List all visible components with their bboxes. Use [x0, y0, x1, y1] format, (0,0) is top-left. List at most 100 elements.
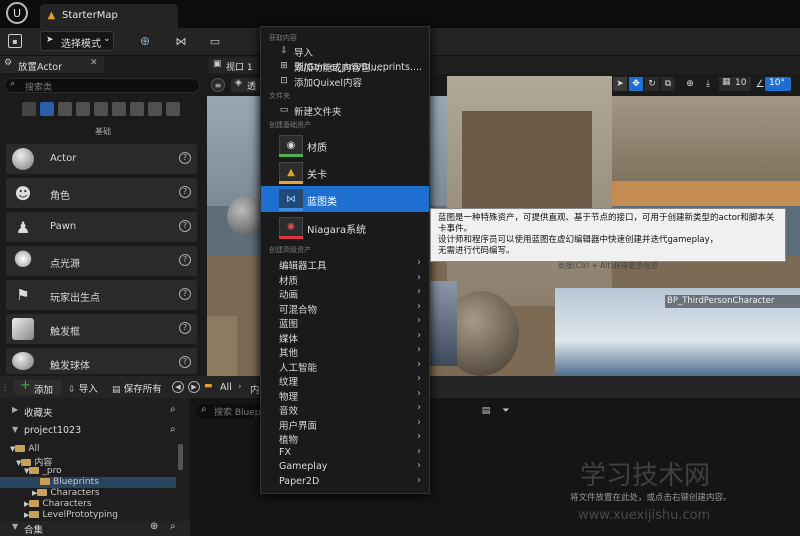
- submenu-editor-tools[interactable]: 编辑器工具 ›: [261, 257, 429, 272]
- menu-item-add-quixel[interactable]: ⊡ 添加Quixel内容: [261, 74, 429, 89]
- tree-row[interactable]: ▶ LevelPrototyping: [0, 510, 176, 521]
- menu-item-add-feature-pack[interactable]: ⊞ 添加功能或内容包....: [261, 59, 429, 74]
- volumes-category-icon[interactable]: [148, 102, 162, 116]
- tab-place-actors[interactable]: ⚙ 放置Actor ✕: [0, 56, 104, 73]
- geometry-category-icon[interactable]: [130, 102, 144, 116]
- submenu-foliage[interactable]: 植物 ›: [261, 431, 429, 446]
- help-icon[interactable]: ?: [179, 186, 191, 198]
- import-button[interactable]: ⇩ 导入: [68, 381, 98, 395]
- submenu-fx[interactable]: FX ›: [261, 446, 429, 461]
- submenu-media[interactable]: 媒体 ›: [261, 330, 429, 345]
- submenu-gameplay[interactable]: Gameplay ›: [261, 460, 429, 475]
- actor-item-trigger-sphere[interactable]: 触发球体 ?: [6, 348, 197, 374]
- menu-item-new-folder[interactable]: ▭ 新建文件夹: [261, 103, 429, 118]
- light-category-icon[interactable]: [58, 102, 72, 116]
- save-icon[interactable]: ▪: [8, 34, 22, 48]
- flag-icon: ⚑: [16, 286, 30, 304]
- tree-row[interactable]: ▼ All: [0, 444, 176, 455]
- chevron-right-icon: ›: [417, 257, 421, 268]
- submenu-paper2d[interactable]: Paper2D ›: [261, 475, 429, 490]
- submenu-ai[interactable]: 人工智能 ›: [261, 359, 429, 374]
- unreal-logo-icon[interactable]: U: [6, 2, 28, 24]
- breadcrumb-all[interactable]: All: [220, 382, 232, 393]
- tree-row[interactable]: ▼ _pro: [0, 466, 176, 477]
- menu-item-blueprint-class[interactable]: ⋈ 蓝图类: [261, 186, 429, 212]
- tab-starter-map[interactable]: ▲ StarterMap: [40, 4, 178, 28]
- folder-icon: [29, 511, 40, 518]
- help-icon[interactable]: ?: [179, 322, 191, 334]
- tree-row[interactable]: ▶ Characters: [0, 499, 176, 510]
- help-icon[interactable]: ?: [179, 220, 191, 232]
- add-collection-icon[interactable]: ⊕: [150, 521, 158, 532]
- actor-item-point-light[interactable]: 点光源 ?: [6, 246, 197, 276]
- new-folder-icon: ▭: [279, 105, 289, 115]
- all-classes-category-icon[interactable]: [166, 102, 180, 116]
- tree-row[interactable]: ▶ Characters: [0, 488, 176, 499]
- submenu-physics[interactable]: 物理 ›: [261, 388, 429, 403]
- actor-item-character[interactable]: ☻ 角色 ?: [6, 178, 197, 208]
- menu-item-label: 蓝图类: [307, 197, 337, 208]
- menu-item-niagara-system[interactable]: ✺ Niagara系统: [261, 214, 429, 240]
- category-label: 基础: [95, 127, 111, 136]
- world-space-icon[interactable]: ⊕: [683, 77, 697, 91]
- submenu-texture[interactable]: 纹理 ›: [261, 373, 429, 388]
- menu-item-material[interactable]: ◉ 材质: [261, 132, 429, 158]
- surface-snap-icon[interactable]: ⤓: [701, 77, 715, 91]
- help-icon[interactable]: ?: [179, 288, 191, 300]
- submenu-blueprint[interactable]: 蓝图 ›: [261, 315, 429, 330]
- viewport-options-icon[interactable]: ≡: [211, 78, 225, 92]
- search-icon[interactable]: ⌕: [170, 521, 176, 532]
- select-tool-icon[interactable]: ➤: [613, 77, 627, 91]
- submenu-blendables[interactable]: 可混合物 ›: [261, 301, 429, 316]
- search-icon[interactable]: ⌕: [170, 404, 176, 415]
- menu-item-import[interactable]: ⇩ 导入到/Game/_pro/Blueprints....: [261, 44, 429, 73]
- submenu-material[interactable]: 材质 ›: [261, 272, 429, 287]
- tree-row-label: LevelPrototyping: [42, 510, 118, 520]
- submenu-animation[interactable]: 动画 ›: [261, 286, 429, 301]
- select-mode-dropdown[interactable]: ➤ 选择模式 ⌄: [40, 31, 114, 51]
- move-tool-icon[interactable]: ✥: [629, 77, 643, 91]
- help-icon[interactable]: ?: [179, 254, 191, 266]
- submenu-user-interface[interactable]: 用户界面 ›: [261, 417, 429, 432]
- basic-category-icon[interactable]: [40, 102, 54, 116]
- sphere-icon: [12, 148, 34, 170]
- cinematics-icon[interactable]: ▭: [206, 32, 224, 50]
- rotate-tool-icon[interactable]: ↻: [645, 77, 659, 91]
- help-icon[interactable]: ?: [179, 356, 191, 368]
- save-search-icon[interactable]: ▤: [480, 405, 492, 417]
- recent-icon[interactable]: [22, 102, 36, 116]
- tree-row-selected[interactable]: Blueprints: [0, 477, 176, 488]
- help-icon[interactable]: ?: [179, 152, 191, 164]
- tab-viewport[interactable]: ▣ 视口 1: [209, 58, 257, 73]
- grid-snap-toggle[interactable]: ▦ 10: [719, 77, 751, 91]
- rotation-snap-toggle[interactable]: 10°: [765, 77, 791, 91]
- add-object-icon[interactable]: ⊕: [136, 32, 154, 50]
- add-button[interactable]: + 添加: [14, 378, 62, 396]
- project-header[interactable]: ▼ project1023 ⌕: [0, 424, 190, 440]
- tree-scrollbar[interactable]: [178, 444, 183, 470]
- perspective-dropdown[interactable]: ◈ 透: [231, 78, 261, 92]
- back-icon[interactable]: ◀: [172, 381, 184, 393]
- favorites-header[interactable]: ▶ 收藏夹 ⌕: [0, 404, 190, 420]
- cinematic-category-icon[interactable]: [94, 102, 108, 116]
- tree-row[interactable]: ▼ 内容: [0, 455, 176, 468]
- filter-icon[interactable]: ⏷: [496, 405, 516, 417]
- actor-item-actor[interactable]: Actor ?: [6, 144, 197, 174]
- save-all-button[interactable]: ▤ 保存所有: [112, 381, 162, 395]
- collections-header[interactable]: ▼ 合集 ⊕ ⌕: [0, 521, 190, 536]
- blueprint-icon[interactable]: ⋈: [172, 32, 190, 50]
- shapes-category-icon[interactable]: [76, 102, 90, 116]
- actor-item-pawn[interactable]: ♟ Pawn ?: [6, 212, 197, 242]
- place-search-input[interactable]: ⌕ 搜索类: [4, 78, 200, 93]
- submenu-misc[interactable]: 其他 ›: [261, 344, 429, 359]
- actor-item-player-start[interactable]: ⚑ 玩家出生点 ?: [6, 280, 197, 310]
- close-icon[interactable]: ✕: [90, 58, 98, 68]
- visual-effects-category-icon[interactable]: [112, 102, 126, 116]
- search-icon[interactable]: ⌕: [170, 424, 176, 435]
- actor-item-trigger-box[interactable]: 触发框 ?: [6, 314, 197, 344]
- breadcrumb-content[interactable]: 内: [250, 382, 260, 396]
- menu-item-level[interactable]: ▲ 关卡: [261, 159, 429, 185]
- scale-tool-icon[interactable]: ⧉: [661, 77, 675, 91]
- submenu-sound[interactable]: 音效 ›: [261, 402, 429, 417]
- forward-icon[interactable]: ▶: [188, 381, 200, 393]
